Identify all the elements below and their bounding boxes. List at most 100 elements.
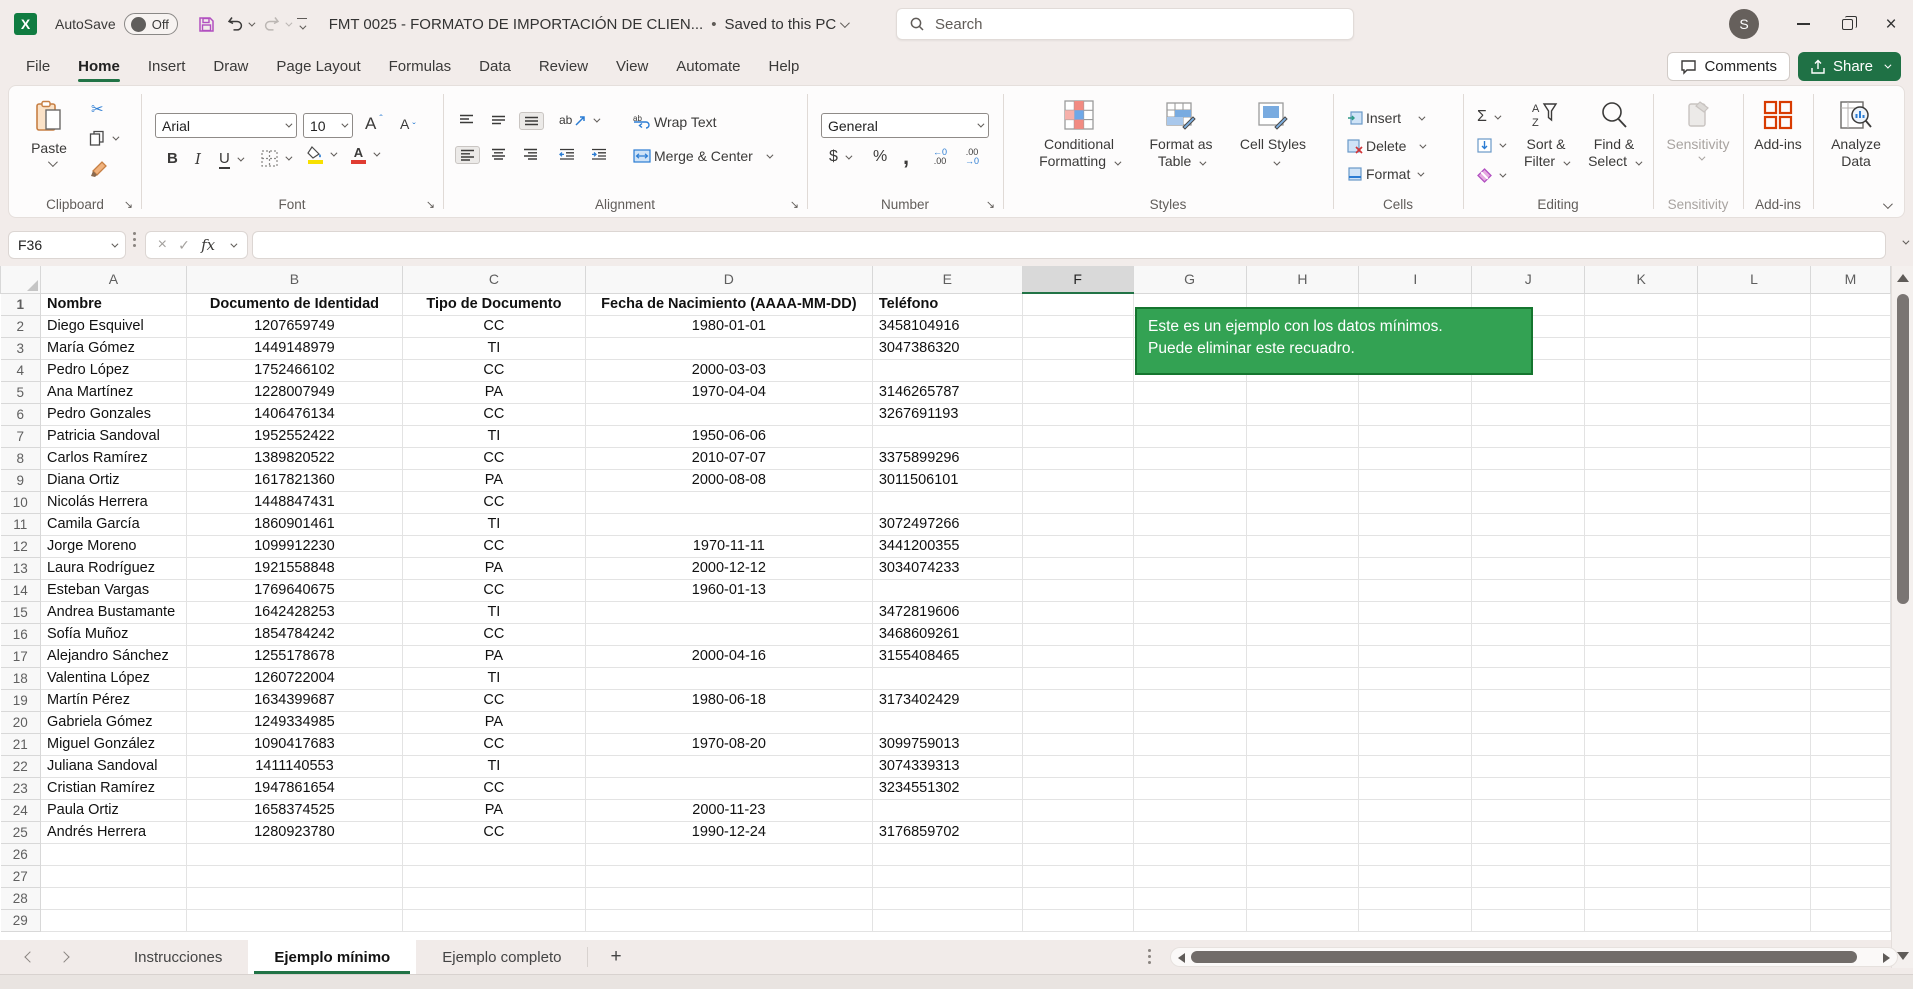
- cell-F4[interactable]: [1022, 359, 1133, 381]
- cell-M25[interactable]: [1810, 821, 1890, 843]
- cell-M27[interactable]: [1810, 865, 1890, 887]
- cell-I16[interactable]: [1359, 623, 1472, 645]
- cell-A11[interactable]: Camila García: [40, 513, 186, 535]
- cell-I21[interactable]: [1359, 733, 1472, 755]
- cell-E9[interactable]: 3011506101: [872, 469, 1022, 491]
- row-header-12[interactable]: 12: [1, 535, 41, 557]
- cell-G23[interactable]: [1133, 777, 1246, 799]
- cell-B13[interactable]: 1921558848: [186, 557, 402, 579]
- cell-I9[interactable]: [1359, 469, 1472, 491]
- cell-styles-button[interactable]: Cell Styles: [1237, 100, 1309, 170]
- format-cells-button[interactable]: Format: [1343, 164, 1426, 184]
- cell-A13[interactable]: Laura Rodríguez: [40, 557, 186, 579]
- cell-L26[interactable]: [1698, 843, 1811, 865]
- cell-B7[interactable]: 1952552422: [186, 425, 402, 447]
- cell-E18[interactable]: [872, 667, 1022, 689]
- find-select-button[interactable]: Find & Select: [1583, 100, 1645, 170]
- cell-L6[interactable]: [1698, 403, 1811, 425]
- cell-M20[interactable]: [1810, 711, 1890, 733]
- cell-C2[interactable]: CC: [402, 315, 585, 337]
- cell-H29[interactable]: [1246, 909, 1359, 931]
- font-color-button[interactable]: A: [347, 144, 382, 166]
- cell-B11[interactable]: 1860901461: [186, 513, 402, 535]
- cell-L8[interactable]: [1698, 447, 1811, 469]
- cell-K13[interactable]: [1585, 557, 1698, 579]
- cell-L24[interactable]: [1698, 799, 1811, 821]
- cell-M14[interactable]: [1810, 579, 1890, 601]
- ribbon-tab-home[interactable]: Home: [66, 51, 132, 82]
- cell-B18[interactable]: 1260722004: [186, 667, 402, 689]
- cell-K29[interactable]: [1585, 909, 1698, 931]
- cell-E22[interactable]: 3074339313: [872, 755, 1022, 777]
- format-painter-button[interactable]: [87, 158, 112, 179]
- expand-formula-bar-button[interactable]: [1902, 238, 1909, 245]
- cell-G12[interactable]: [1133, 535, 1246, 557]
- scroll-up-arrow[interactable]: [1897, 274, 1909, 282]
- column-header-E[interactable]: E: [872, 266, 1022, 293]
- cell-E10[interactable]: [872, 491, 1022, 513]
- cell-L12[interactable]: [1698, 535, 1811, 557]
- cell-K15[interactable]: [1585, 601, 1698, 623]
- cell-D3[interactable]: [585, 337, 872, 359]
- cell-D21[interactable]: 1970-08-20: [585, 733, 872, 755]
- cell-B12[interactable]: 1099912230: [186, 535, 402, 557]
- cell-A12[interactable]: Jorge Moreno: [40, 535, 186, 557]
- cell-D13[interactable]: 2000-12-12: [585, 557, 872, 579]
- cell-K24[interactable]: [1585, 799, 1698, 821]
- redo-button[interactable]: [260, 11, 293, 37]
- cell-A1[interactable]: Nombre: [40, 293, 186, 315]
- cell-J24[interactable]: [1472, 799, 1585, 821]
- font-size-select[interactable]: 10: [303, 113, 353, 138]
- save-button[interactable]: [194, 11, 219, 38]
- alignment-dialog-launcher[interactable]: ↘: [790, 198, 799, 211]
- cell-H9[interactable]: [1246, 469, 1359, 491]
- cell-I20[interactable]: [1359, 711, 1472, 733]
- cell-I5[interactable]: [1359, 381, 1472, 403]
- cell-G13[interactable]: [1133, 557, 1246, 579]
- cell-J23[interactable]: [1472, 777, 1585, 799]
- cell-I22[interactable]: [1359, 755, 1472, 777]
- cell-L28[interactable]: [1698, 887, 1811, 909]
- cell-K20[interactable]: [1585, 711, 1698, 733]
- column-header-C[interactable]: C: [402, 266, 585, 293]
- ribbon-tab-draw[interactable]: Draw: [201, 51, 260, 82]
- conditional-formatting-button[interactable]: Conditional Formatting: [1033, 100, 1125, 170]
- cell-K10[interactable]: [1585, 491, 1698, 513]
- cell-G21[interactable]: [1133, 733, 1246, 755]
- cell-L21[interactable]: [1698, 733, 1811, 755]
- row-header-2[interactable]: 2: [1, 315, 41, 337]
- cell-L19[interactable]: [1698, 689, 1811, 711]
- cell-F16[interactable]: [1022, 623, 1133, 645]
- cell-I26[interactable]: [1359, 843, 1472, 865]
- cell-D14[interactable]: 1960-01-13: [585, 579, 872, 601]
- share-button[interactable]: Share: [1798, 52, 1901, 81]
- shrink-font-button[interactable]: Aˇ: [396, 112, 420, 135]
- cell-L15[interactable]: [1698, 601, 1811, 623]
- cell-D15[interactable]: [585, 601, 872, 623]
- row-header-6[interactable]: 6: [1, 403, 41, 425]
- font-dialog-launcher[interactable]: ↘: [426, 198, 435, 211]
- cell-C16[interactable]: CC: [402, 623, 585, 645]
- sheet-tab-ejemplo-mínimo[interactable]: Ejemplo mínimo: [248, 940, 416, 974]
- cell-M21[interactable]: [1810, 733, 1890, 755]
- cell-M4[interactable]: [1810, 359, 1890, 381]
- cell-B16[interactable]: 1854784242: [186, 623, 402, 645]
- italic-button[interactable]: I: [191, 148, 205, 170]
- cell-H22[interactable]: [1246, 755, 1359, 777]
- cell-C13[interactable]: PA: [402, 557, 585, 579]
- cell-B29[interactable]: [186, 909, 402, 931]
- cell-D25[interactable]: 1990-12-24: [585, 821, 872, 843]
- next-sheet-button[interactable]: [58, 951, 69, 962]
- cell-F15[interactable]: [1022, 601, 1133, 623]
- cell-F7[interactable]: [1022, 425, 1133, 447]
- row-header-17[interactable]: 17: [1, 645, 41, 667]
- cell-I29[interactable]: [1359, 909, 1472, 931]
- cell-C17[interactable]: PA: [402, 645, 585, 667]
- cell-G15[interactable]: [1133, 601, 1246, 623]
- cell-G27[interactable]: [1133, 865, 1246, 887]
- grow-font-button[interactable]: Aˆ: [361, 112, 387, 136]
- cell-K14[interactable]: [1585, 579, 1698, 601]
- cell-A18[interactable]: Valentina López: [40, 667, 186, 689]
- column-header-L[interactable]: L: [1698, 266, 1811, 293]
- cell-A14[interactable]: Esteban Vargas: [40, 579, 186, 601]
